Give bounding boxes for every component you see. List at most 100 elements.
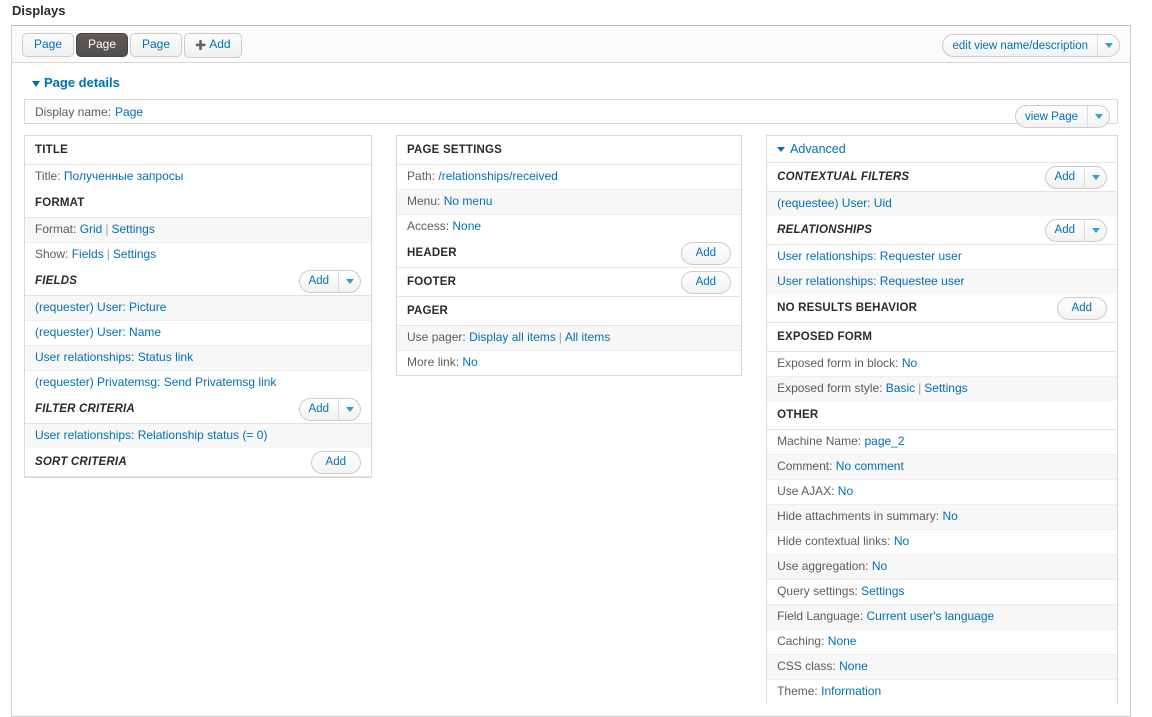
add-header-button[interactable]: Add	[680, 241, 732, 265]
column-left: TITLE Title: Полученные запросы FORMAT F…	[24, 135, 373, 478]
other-setting-value-link[interactable]: Settings	[861, 584, 904, 598]
add-relationship-button[interactable]: Add	[1044, 218, 1107, 242]
separator: |	[106, 247, 110, 261]
page-setting-value-link[interactable]: None	[452, 219, 481, 233]
display-tab-1[interactable]: Page	[76, 33, 129, 57]
add-field-button[interactable]: Add	[298, 269, 362, 293]
field-row[interactable]: (requester) User: Picture	[25, 296, 372, 321]
section-footer-heading: FOOTER	[407, 276, 457, 288]
section-pager-heading: PAGER	[407, 305, 449, 317]
section-footer-header: FOOTER Add	[397, 268, 742, 297]
page-setting-value-link[interactable]: /relationships/received	[438, 169, 557, 183]
title-value-link[interactable]: Полученные запросы	[64, 169, 184, 183]
contextual-filter-link[interactable]: (requestee) User: Uid	[777, 196, 892, 210]
add-filter-button[interactable]: Add	[298, 397, 362, 421]
add-footer-button[interactable]: Add	[680, 270, 732, 294]
format-value-link[interactable]: Settings	[111, 222, 154, 236]
section-page-settings-header: PAGE SETTINGS	[397, 136, 742, 165]
field-row[interactable]: User relationships: Status link	[25, 346, 372, 371]
field-link[interactable]: (requester) User: Picture	[35, 300, 166, 314]
display-tab-label: Page	[88, 37, 117, 51]
add-sort-button[interactable]: Add	[310, 450, 362, 474]
other-setting-label: CSS class:	[777, 659, 836, 673]
section-header-header: HEADER Add	[397, 239, 742, 268]
field-row[interactable]: (requester) Privatemsg: Send Privatemsg …	[25, 371, 372, 395]
separator: |	[558, 330, 562, 344]
chevron-down-icon[interactable]	[1097, 35, 1119, 56]
contextual-filter-row[interactable]: (requestee) User: Uid	[767, 192, 1117, 216]
section-other-header: OTHER	[767, 401, 1117, 430]
pager-setting-value-link[interactable]: All items	[565, 330, 610, 344]
other-setting-label: Hide attachments in summary:	[777, 509, 940, 523]
other-setting-row: Hide contextual links: No	[767, 530, 1117, 555]
other-setting-value-link[interactable]: No	[942, 509, 957, 523]
exposed-form-value-link[interactable]: Settings	[924, 381, 967, 395]
page-setting-value-link[interactable]: No menu	[444, 194, 493, 208]
page-details-toggle[interactable]: Page details	[32, 75, 1118, 90]
chevron-down-icon[interactable]	[1087, 106, 1109, 127]
relationship-link[interactable]: User relationships: Requester user	[777, 249, 962, 263]
display-tab-label: Page	[34, 37, 63, 51]
section-other-heading: OTHER	[777, 409, 819, 421]
field-link[interactable]: (requester) User: Name	[35, 325, 161, 339]
other-setting-value-link[interactable]: None	[828, 634, 857, 648]
view-page-button[interactable]: view Page	[1014, 105, 1110, 128]
pager-setting-row: Use pager: Display all items | All items	[397, 326, 742, 351]
display-name-value[interactable]: Page	[115, 105, 143, 119]
add-field-button-label: Add	[308, 275, 330, 287]
views-edit-container: Page Page Page ➕ Add edit view name/descript…	[11, 25, 1131, 717]
field-link[interactable]: (requester) Privatemsg: Send Privatemsg …	[35, 375, 276, 389]
display-name-box: Display name: Page view Page	[24, 99, 1118, 128]
advanced-toggle[interactable]: Advanced	[767, 136, 1117, 163]
section-format-heading: FORMAT	[35, 197, 85, 209]
other-setting-value-link[interactable]: No	[872, 559, 887, 573]
other-setting-row: Caching: None	[767, 630, 1117, 655]
add-sort-button-label: Add	[325, 456, 347, 468]
add-display-button[interactable]: ➕ Add	[184, 33, 242, 58]
other-setting-label: Use AJAX:	[777, 484, 835, 498]
relationship-row[interactable]: User relationships: Requester user	[767, 245, 1117, 270]
edit-view-name-description-button[interactable]: edit view name/description	[942, 34, 1120, 57]
other-setting-label: Use aggregation:	[777, 559, 869, 573]
other-setting-row: Hide attachments in summary: No	[767, 505, 1117, 530]
field-row[interactable]: (requester) User: Name	[25, 321, 372, 346]
section-fields-header: FIELDS Add	[25, 267, 372, 296]
section-contextual-filters-header: CONTEXTUAL FILTERS Add	[767, 163, 1117, 192]
exposed-form-label: Exposed form style:	[777, 381, 883, 395]
format-value-link[interactable]: Grid	[80, 222, 103, 236]
field-link[interactable]: User relationships: Status link	[35, 350, 193, 364]
chevron-down-icon[interactable]	[1084, 166, 1106, 188]
pager-setting-value-link[interactable]: No	[462, 355, 477, 369]
display-tab-0[interactable]: Page	[22, 33, 75, 57]
chevron-down-icon[interactable]	[338, 270, 360, 292]
other-setting-value-link[interactable]: None	[839, 659, 868, 673]
exposed-form-value-link[interactable]: Basic	[886, 381, 915, 395]
other-setting-value-link[interactable]: Current user's language	[867, 609, 995, 623]
add-contextual-filter-button[interactable]: Add	[1044, 165, 1107, 189]
section-exposed-form-header: EXPOSED FORM	[767, 323, 1117, 352]
chevron-down-icon[interactable]	[338, 398, 360, 420]
other-setting-value-link[interactable]: page_2	[864, 434, 904, 448]
add-no-results-button[interactable]: Add	[1056, 296, 1107, 320]
section-page-settings-heading: PAGE SETTINGS	[407, 144, 503, 156]
format-value-link[interactable]: Settings	[113, 247, 156, 261]
other-setting-value-link[interactable]: No	[894, 534, 909, 548]
relationship-link[interactable]: User relationships: Requestee user	[777, 274, 964, 288]
filter-criteria-row[interactable]: User relationships: Relationship status …	[25, 424, 372, 448]
chevron-down-icon[interactable]	[1084, 219, 1106, 241]
display-tab-2[interactable]: Page	[130, 33, 183, 57]
relationship-row[interactable]: User relationships: Requestee user	[767, 270, 1117, 294]
other-setting-label: Comment:	[777, 459, 833, 473]
other-setting-value-link[interactable]: No	[838, 484, 853, 498]
section-title-heading: TITLE	[35, 144, 68, 156]
exposed-form-value-link[interactable]: No	[902, 356, 917, 370]
other-setting-value-link[interactable]: No comment	[836, 459, 904, 473]
section-relationships-heading: RELATIONSHIPS	[777, 224, 873, 236]
other-setting-value-link[interactable]: Information	[821, 684, 881, 698]
pager-setting-value-link[interactable]: Display all items	[469, 330, 556, 344]
add-header-button-label: Add	[695, 247, 717, 259]
filter-criteria-link[interactable]: User relationships: Relationship status …	[35, 428, 267, 442]
caret-down-icon	[32, 80, 40, 87]
other-setting-row: Comment: No comment	[767, 455, 1117, 480]
format-value-link[interactable]: Fields	[72, 247, 104, 261]
